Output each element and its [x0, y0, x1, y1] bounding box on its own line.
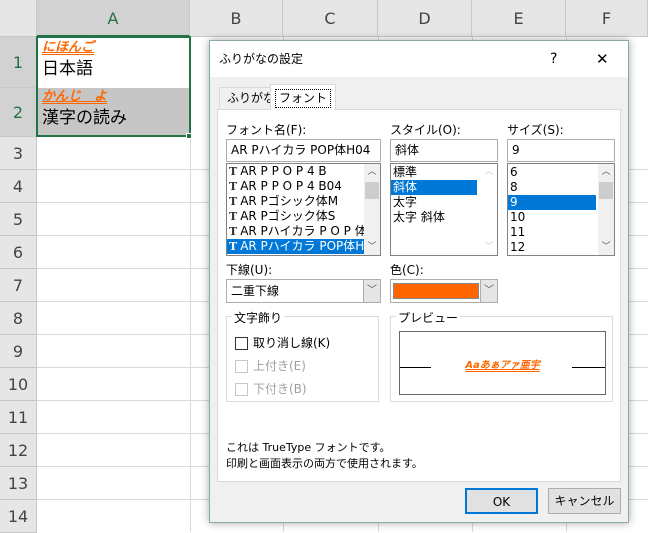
font-option[interactable]: T AR P P O P 4 B04 [227, 179, 380, 194]
dialog-title-bar: ふりがなの設定 ? ✕ [210, 41, 628, 77]
row-header-14[interactable]: 14 [0, 500, 37, 533]
size-option-selected[interactable]: 9 [508, 195, 596, 210]
row-header-2[interactable]: 2 [0, 88, 37, 137]
column-header-e[interactable]: E [472, 0, 566, 37]
preview-text: Aaあぁアァ亜宇 [465, 360, 540, 371]
scroll-up-icon[interactable]: ︿ [481, 164, 497, 180]
row-header-4[interactable]: 4 [0, 170, 37, 203]
dialog-title: ふりがなの設定 [219, 52, 304, 66]
column-header-c[interactable]: C [283, 0, 378, 37]
chevron-down-icon[interactable]: ﹀ [480, 280, 497, 302]
truetype-icon: T [229, 165, 238, 178]
tab-font-label: フォント [275, 89, 332, 108]
scroll-up-icon[interactable]: ︿ [598, 164, 614, 180]
style-option[interactable]: 標準 [391, 165, 477, 180]
font-option-selected[interactable]: TAR Pハイカラ POP体H04 [227, 239, 364, 254]
row-header-11[interactable]: 11 [0, 401, 37, 434]
row-header-8[interactable]: 8 [0, 302, 37, 335]
row-header-12[interactable]: 12 [0, 434, 37, 467]
column-header-b[interactable]: B [190, 0, 283, 37]
preview-label: プレビュー [396, 309, 461, 326]
font-info-line-1: これは TrueType フォントです。 [226, 441, 391, 454]
column-header-a[interactable]: A [37, 0, 190, 37]
font-option[interactable]: T AR P P O P 4 B [227, 164, 380, 179]
close-button[interactable]: ✕ [596, 41, 609, 77]
preview-box: Aaあぁアァ亜宇 [399, 331, 606, 395]
font-tab-panel: フォント名(F): AR Pハイカラ POP体H04 T AR P P O P 4… [217, 109, 621, 482]
style-list[interactable]: 標準 斜体 太字 太字 斜体 ︿ ﹀ [390, 163, 498, 256]
font-name-input[interactable]: AR Pハイカラ POP体H04 [226, 139, 381, 162]
color-swatch [393, 283, 479, 299]
underline-dropdown[interactable]: 二重下線 ﹀ [226, 279, 381, 303]
font-list-scrollbar[interactable]: ︿ ﹀ [364, 164, 380, 255]
size-list[interactable]: 6 8 9 10 11 12 ︿ ﹀ [507, 163, 615, 256]
select-all-corner[interactable] [0, 0, 37, 37]
fill-handle[interactable] [186, 133, 192, 139]
truetype-icon: T [229, 210, 238, 223]
underline-label: 下線(U): [226, 263, 273, 277]
font-option[interactable]: T AR Pゴシック体S [227, 209, 380, 224]
font-option[interactable]: T AR Pハイカラ P O P 体H [227, 224, 380, 239]
scroll-down-icon[interactable]: ﹀ [598, 239, 614, 255]
preview-group: プレビュー Aaあぁアァ亜宇 [390, 309, 613, 402]
scroll-thumb[interactable] [365, 182, 379, 199]
selection-border [36, 36, 191, 137]
font-name-label: フォント名(F): [226, 123, 307, 137]
superscript-checkbox[interactable]: 上付き(E) [235, 357, 306, 374]
row-header-13[interactable]: 13 [0, 467, 37, 500]
row-header-6[interactable]: 6 [0, 236, 37, 269]
underline-value: 二重下線 [231, 284, 280, 298]
cancel-button[interactable]: キャンセル [548, 488, 621, 514]
row-header-3[interactable]: 3 [0, 137, 37, 170]
size-list-scrollbar[interactable]: ︿ ﹀ [598, 164, 614, 255]
color-label: 色(C): [390, 263, 424, 277]
ok-button[interactable]: OK [465, 488, 538, 514]
size-input[interactable]: 9 [507, 139, 615, 162]
style-list-scrollbar[interactable]: ︿ ﹀ [481, 164, 497, 255]
column-header-f[interactable]: F [566, 0, 648, 37]
size-label: サイズ(S): [507, 123, 564, 137]
style-label: スタイル(O): [390, 123, 461, 137]
truetype-icon: T [229, 195, 238, 208]
row-header-7[interactable]: 7 [0, 269, 37, 302]
style-input[interactable]: 斜体 [390, 139, 498, 162]
strikethrough-checkbox[interactable]: 取り消し線(K) [235, 334, 330, 351]
row-header-9[interactable]: 9 [0, 335, 37, 368]
effects-label: 文字飾り [232, 309, 285, 326]
font-name-list[interactable]: T AR P P O P 4 B T AR P P O P 4 B04 T AR Pゴ… [226, 163, 381, 256]
truetype-icon: T [229, 240, 238, 253]
column-header-d[interactable]: D [378, 0, 472, 37]
row-header-1[interactable]: 1 [0, 37, 37, 88]
color-dropdown[interactable]: ﹀ [390, 279, 498, 303]
help-button[interactable]: ? [550, 41, 557, 77]
effects-group: 文字飾り 取り消し線(K) 上付き(E) 下付き(B) [226, 309, 379, 402]
truetype-icon: T [229, 225, 238, 238]
furigana-settings-dialog: ふりがなの設定 ? ✕ ふりがな フォント フォント名(F): AR Pハイカラ… [209, 40, 629, 523]
row-header-5[interactable]: 5 [0, 203, 37, 236]
scroll-thumb[interactable] [599, 182, 613, 199]
scroll-up-icon[interactable]: ︿ [364, 164, 380, 180]
row-header-10[interactable]: 10 [0, 368, 37, 401]
style-option-selected[interactable]: 斜体 [391, 180, 477, 195]
font-option[interactable]: T AR Pゴシック体M [227, 194, 380, 209]
font-info-line-2: 印刷と画面表示の両方で使用されます。 [226, 457, 423, 470]
tab-font[interactable]: フォント [270, 84, 337, 110]
truetype-icon: T [229, 180, 238, 193]
scroll-down-icon[interactable]: ﹀ [481, 239, 497, 255]
subscript-checkbox[interactable]: 下付き(B) [235, 380, 307, 397]
scroll-down-icon[interactable]: ﹀ [364, 239, 380, 255]
chevron-down-icon[interactable]: ﹀ [363, 280, 380, 302]
